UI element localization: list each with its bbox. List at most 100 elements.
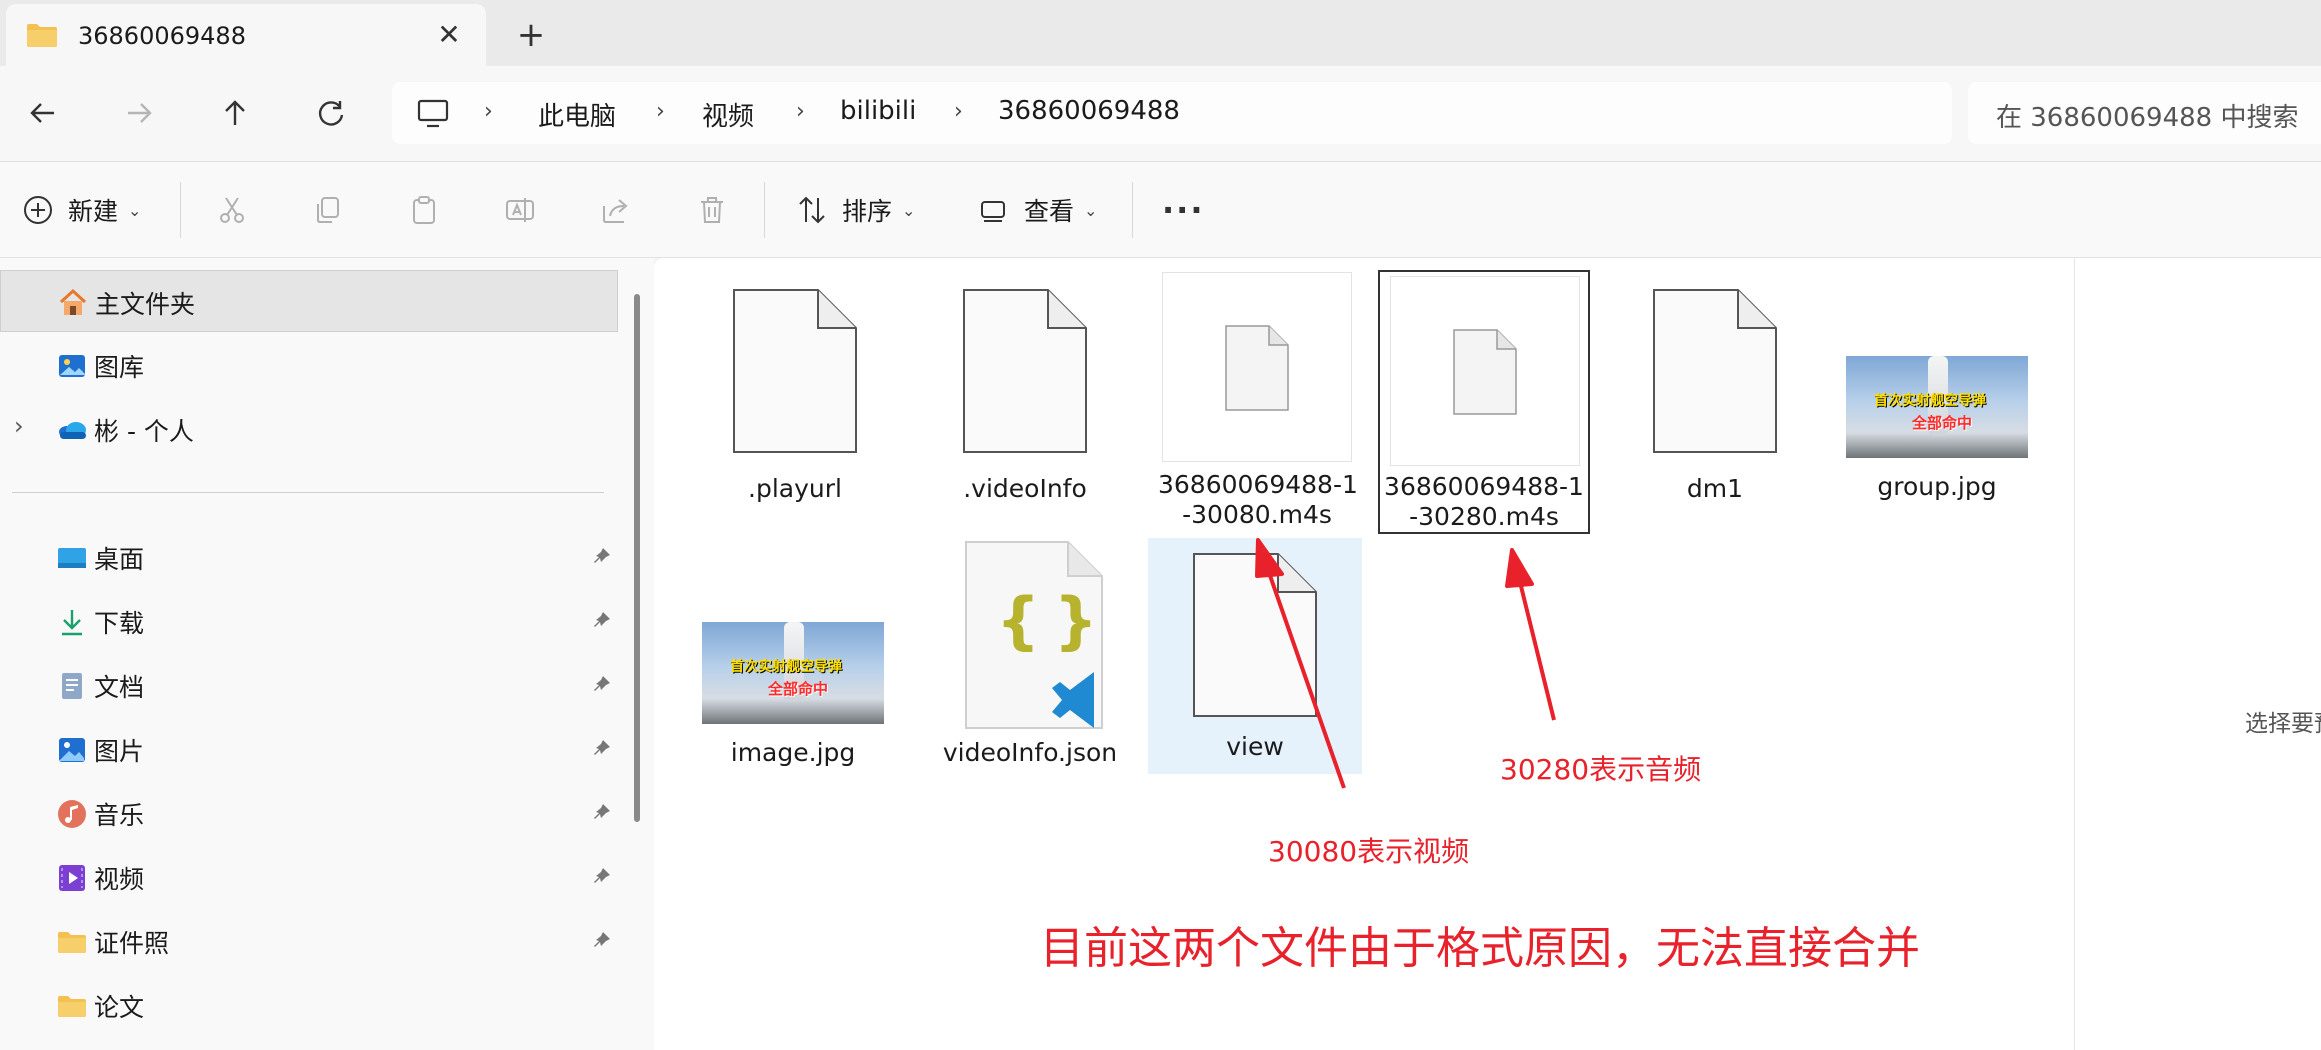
folder-icon <box>58 932 86 953</box>
view-label: 查看 <box>1024 197 1075 226</box>
copy-button[interactable] <box>312 190 344 230</box>
chevron-down-icon: ⌄ <box>128 200 142 220</box>
chevron-right-icon[interactable]: › <box>14 412 24 440</box>
back-button[interactable] <box>18 88 68 138</box>
delete-button[interactable] <box>696 190 728 230</box>
trash-icon <box>701 197 723 223</box>
chevron-right-icon: › <box>656 99 665 124</box>
folder-icon <box>27 24 57 47</box>
pin-icon[interactable] <box>590 866 612 888</box>
sidebar-item-pictures[interactable]: 图片 <box>0 718 620 780</box>
plus-circle-icon <box>24 196 52 224</box>
sidebar-item-label: 文档 <box>94 673 145 702</box>
search-placeholder: 在 36860069488 中搜索 <box>1996 103 2299 133</box>
pin-icon[interactable] <box>590 738 612 760</box>
sidebar-item-music[interactable]: 音乐 <box>0 782 620 844</box>
view-button[interactable]: 查看 ⌄ <box>978 190 1097 230</box>
scissors-icon <box>220 197 244 223</box>
rename-button[interactable] <box>504 190 536 230</box>
sidebar-item-papers[interactable]: 论文 <box>0 974 620 1036</box>
sort-button[interactable]: 排序 ⌄ <box>796 190 915 230</box>
tab-bar: 36860069488 ✕ + <box>0 0 2321 66</box>
pin-icon[interactable] <box>590 930 612 952</box>
preview-hint: 选择要预 <box>2245 711 2321 737</box>
share-button[interactable] <box>600 190 632 230</box>
address-row: › 此电脑 › 视频 › bilibili › 36860069488 在 36… <box>0 66 2321 162</box>
breadcrumb-this-pc[interactable]: 此电脑 <box>538 96 616 133</box>
sidebar-item-label: 音乐 <box>94 801 145 830</box>
arrow-right-icon <box>128 103 152 123</box>
toolbar-divider <box>1132 182 1133 238</box>
sidebar-divider <box>12 492 604 493</box>
sidebar-item-label: 图片 <box>94 737 145 766</box>
pin-icon[interactable] <box>590 546 612 568</box>
tab-36860069488[interactable]: 36860069488 ✕ <box>6 4 486 66</box>
toolbar-divider <box>180 182 181 238</box>
document-icon <box>62 673 82 699</box>
refresh-button[interactable] <box>306 88 356 138</box>
paste-button[interactable] <box>408 190 440 230</box>
rename-icon <box>506 198 534 222</box>
sidebar-item-documents[interactable]: 文档 <box>0 654 620 716</box>
chevron-right-icon: › <box>954 99 963 124</box>
sidebar-item-onedrive[interactable]: › 彬 - 个人 <box>0 398 620 460</box>
chevron-right-icon: › <box>484 99 493 124</box>
breadcrumb-bilibili[interactable]: bilibili <box>840 96 916 126</box>
sidebar-item-label: 主文件夹 <box>95 290 196 319</box>
clipboard-icon <box>413 196 435 224</box>
breadcrumb-folder[interactable]: 36860069488 <box>998 96 1180 126</box>
more-icon: ··· <box>1162 191 1205 229</box>
sidebar-item-home[interactable]: 主文件夹 <box>0 270 618 332</box>
pin-icon[interactable] <box>590 802 612 824</box>
annotation-merge-note: 目前这两个文件由于格式原因，无法直接合并 <box>1040 923 1920 974</box>
navigation-pane: 主文件夹 图库 › 彬 - 个人 桌面 下载 文档 图片 音乐 视频 证件照 论… <box>0 258 624 1050</box>
more-options-button[interactable]: ··· <box>1162 190 1204 230</box>
annotation-video-note: 30080表示视频 <box>1268 835 1470 868</box>
tab-title: 36860069488 <box>78 22 246 50</box>
sidebar-item-gallery[interactable]: 图库 <box>0 334 620 396</box>
chevron-down-icon: ⌄ <box>1084 200 1098 220</box>
refresh-icon <box>318 101 344 126</box>
sidebar-item-label: 桌面 <box>94 545 145 574</box>
sidebar-item-videos[interactable]: 视频 <box>0 846 620 908</box>
desktop-icon <box>58 548 86 568</box>
sidebar-scrollbar[interactable] <box>634 294 640 822</box>
sidebar-item-downloads[interactable]: 下载 <box>0 590 620 652</box>
sidebar-item-label: 彬 - 个人 <box>94 417 194 446</box>
close-tab-button[interactable]: ✕ <box>432 18 466 52</box>
arrow-up-icon <box>225 100 245 125</box>
music-icon <box>58 800 86 828</box>
gallery-icon <box>59 355 85 377</box>
sidebar-item-label: 证件照 <box>94 929 170 958</box>
videos-icon <box>59 865 85 891</box>
new-label: 新建 <box>68 197 119 226</box>
copy-icon <box>317 197 339 223</box>
breadcrumb-videos[interactable]: 视频 <box>702 96 754 133</box>
share-icon <box>603 199 628 223</box>
cut-button[interactable] <box>216 190 248 230</box>
sidebar-item-id-photos[interactable]: 证件照 <box>0 910 620 972</box>
up-button[interactable] <box>210 88 260 138</box>
sidebar-item-label: 下载 <box>94 609 145 638</box>
address-bar[interactable]: › 此电脑 › 视频 › bilibili › 36860069488 <box>392 82 1952 144</box>
home-icon <box>59 288 87 315</box>
search-input[interactable]: 在 36860069488 中搜索 <box>1968 82 2321 144</box>
preview-pane: 选择要预 <box>2074 258 2321 1050</box>
sidebar-item-label: 论文 <box>94 993 145 1022</box>
new-button[interactable]: 新建 ⌄ <box>22 190 141 230</box>
new-tab-button[interactable]: + <box>512 16 550 54</box>
pin-icon[interactable] <box>590 610 612 632</box>
sidebar-item-desktop[interactable]: 桌面 <box>0 526 620 588</box>
pin-icon[interactable] <box>590 674 612 696</box>
folder-icon <box>58 996 86 1017</box>
pictures-icon <box>59 738 85 762</box>
command-bar: 新建 ⌄ 排序 ⌄ 查看 ⌄ ··· <box>0 162 2321 258</box>
forward-button[interactable] <box>114 88 164 138</box>
toolbar-divider <box>764 182 765 238</box>
chevron-right-icon: › <box>796 99 805 124</box>
file-list: .playurl .videoInfo 36860069488-1 -30080… <box>654 258 2074 1050</box>
view-icon <box>981 201 1005 222</box>
sidebar-item-label: 视频 <box>94 865 145 894</box>
sidebar-item-label: 图库 <box>94 353 145 382</box>
arrow-left-icon <box>30 103 54 123</box>
